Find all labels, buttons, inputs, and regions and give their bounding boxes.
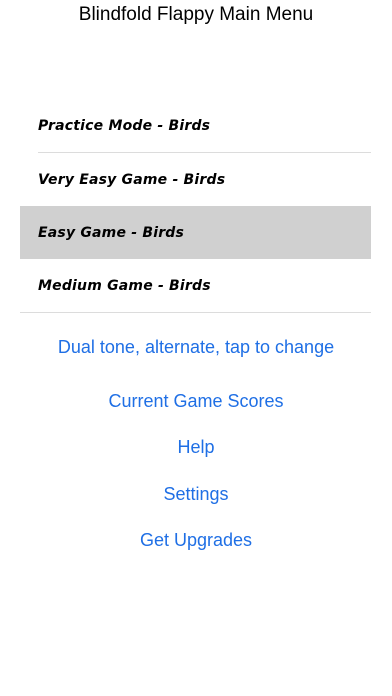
- tone-toggle-button[interactable]: Dual tone, alternate, tap to change: [0, 335, 392, 359]
- game-mode-list: Practice Mode - Birds Very Easy Game - B…: [20, 99, 371, 313]
- page-title: Blindfold Flappy Main Menu: [78, 4, 314, 25]
- get-upgrades-button[interactable]: Get Upgrades: [0, 528, 392, 552]
- game-scores-button[interactable]: Current Game Scores: [0, 389, 392, 413]
- settings-button[interactable]: Settings: [0, 482, 392, 506]
- game-item-very-easy[interactable]: Very Easy Game - Birds: [20, 153, 371, 206]
- help-button[interactable]: Help: [0, 435, 392, 459]
- game-item-easy[interactable]: Easy Game - Birds: [20, 206, 371, 259]
- list-divider: [20, 312, 371, 313]
- main-menu-screen: Blindfold Flappy Main Menu Practice Mode…: [0, 0, 392, 696]
- game-item-medium[interactable]: Medium Game - Birds: [20, 259, 371, 312]
- game-item-practice-mode[interactable]: Practice Mode - Birds: [20, 99, 371, 152]
